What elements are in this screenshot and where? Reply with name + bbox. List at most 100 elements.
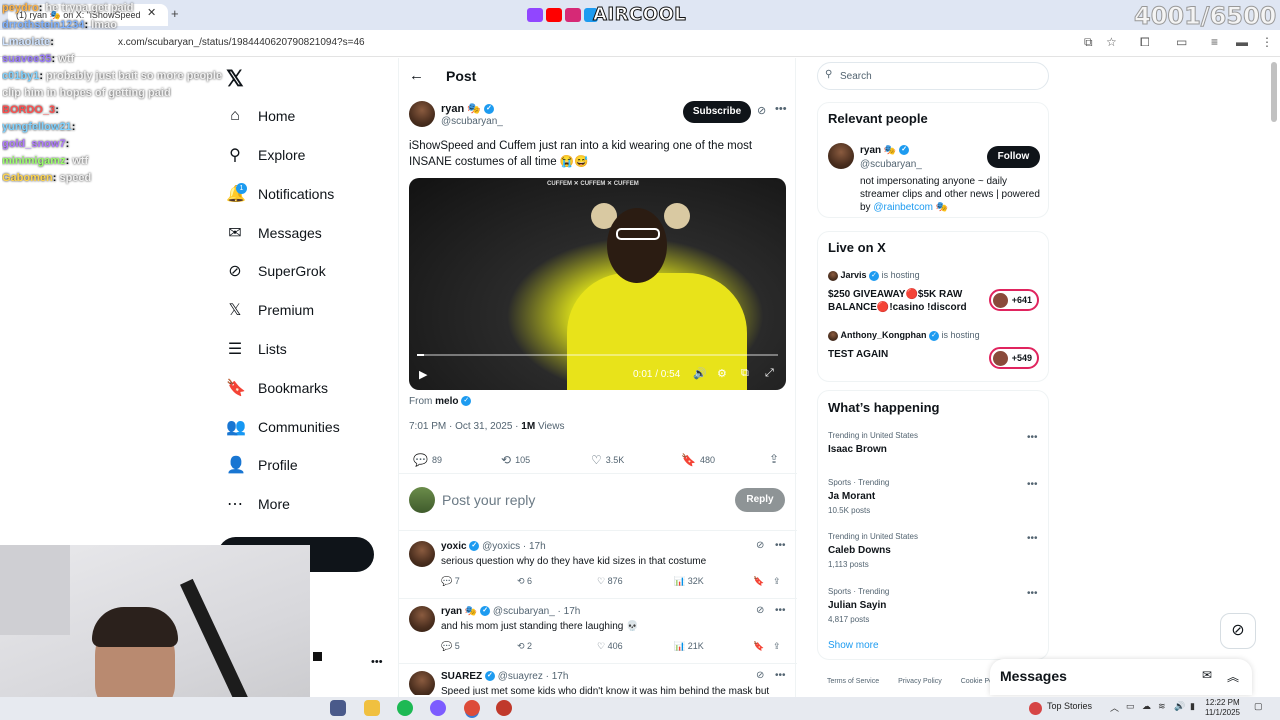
account-more-icon[interactable]: ••• [371,656,383,668]
live-title[interactable]: TEST AGAIN [828,348,986,361]
follow-button[interactable]: Follow [987,146,1040,168]
sidebar-item-supergrok[interactable]: ⊘ SuperGrok [226,257,325,285]
wifi-icon[interactable]: ≋ [1158,701,1166,712]
grok-float-icon[interactable]: ⊘ [1220,613,1256,649]
notification-center-icon[interactable]: ▢ [1254,701,1263,712]
grok-icon[interactable]: ⊘ [756,540,764,551]
trend-more-icon[interactable]: ••• [1027,479,1038,490]
new-message-icon[interactable]: ✉ [1202,668,1212,682]
share-icon[interactable]: ⇪ [769,452,779,466]
reply-avatar[interactable] [409,671,435,695]
sidebar-item-lists[interactable]: ☰ Lists [226,335,287,363]
reply-avatar[interactable] [409,606,435,632]
sidebar-item-messages[interactable]: ✉ Messages [226,219,322,247]
trend-name[interactable]: Caleb Downs [828,545,891,556]
trend-more-icon[interactable]: ••• [1027,533,1038,544]
sidebar-icon[interactable]: ▭ [1176,35,1187,49]
profile-icon[interactable]: ▬ [1236,35,1248,49]
install-icon[interactable]: ⧉ [1084,35,1093,50]
like-action[interactable]: ♡ 3.5K [591,453,624,467]
tray-icon[interactable]: ▭ [1126,701,1135,712]
reply-action[interactable]: 💬 5 [441,641,460,652]
live-host[interactable]: Anthony_Kongphan ✓ is hosting [828,330,980,341]
tray-chevron-icon[interactable]: ︿ [1110,701,1119,714]
reply-author[interactable]: yoxic ✓ @yoxics · 17h [441,541,546,552]
live-listeners-pill[interactable]: +549 [989,347,1039,369]
star-icon[interactable]: ☆ [1106,35,1117,49]
reply-item[interactable]: ryan 🎭 ✓ @scubaryan_ · 17h ⊘ ••• and his mo… [399,600,797,664]
views-action[interactable]: 📊 21K [674,641,704,652]
scrollbar[interactable] [1271,62,1277,122]
live-title[interactable]: $250 GIVEAWAY🔴$5K RAW BALANCE🔴!casino !d… [828,288,986,314]
more-icon[interactable]: ••• [775,540,786,551]
like-action[interactable]: ♡ 876 [597,576,623,587]
fullscreen-icon[interactable]: ⤢ [765,367,774,380]
volume-icon[interactable]: 🔊 [693,367,707,380]
cloud-icon[interactable]: ☁ [1142,701,1151,712]
footer-link[interactable]: Terms of Service [827,678,879,685]
grok-icon[interactable]: ⊘ [756,670,764,681]
trend-more-icon[interactable]: ••• [1027,432,1038,443]
reply-item[interactable]: yoxic ✓ @yoxics · 17h ⊘ ••• serious questio… [399,535,797,599]
like-action[interactable]: ♡ 406 [597,641,623,652]
author-name[interactable]: ryan 🎭 ✓ [441,102,495,115]
reply-action[interactable]: 💬 7 [441,576,460,587]
taskbar-obs-icon[interactable] [496,700,512,716]
taskbar-chrome-icon[interactable] [464,700,480,716]
sidebar-item-more[interactable]: ⋯ More [226,490,290,518]
trend-name[interactable]: Isaac Brown [828,444,887,455]
taskbar-store-icon[interactable] [330,700,346,716]
settings-gear-icon[interactable]: ⚙ [717,367,727,380]
live-listeners-pill[interactable]: +641 [989,289,1039,311]
expand-icon[interactable]: ︽ [1227,668,1239,685]
share-icon[interactable]: ⇪ [773,576,781,587]
repost-action[interactable]: ⟲ 6 [517,576,532,587]
reply-button[interactable]: Reply [735,488,785,512]
video-source[interactable]: From melo ✓ [409,396,472,407]
taskbar-discord-icon[interactable] [430,700,446,716]
taskbar-news[interactable]: Top Stories [1047,701,1092,711]
extensions-icon[interactable]: ⧠ [1140,35,1150,50]
share-icon[interactable]: ⇪ [773,641,781,652]
back-arrow-icon[interactable]: ← [409,67,424,84]
trend-name[interactable]: Julian Sayin [828,600,886,611]
footer-link[interactable]: Cookie Po [961,678,993,685]
trend-name[interactable]: Ja Morant [828,491,875,502]
grok-icon[interactable]: ⊘ [756,605,764,616]
more-icon[interactable]: ••• [775,103,787,115]
video-progress-bar[interactable] [417,354,778,356]
bio-link[interactable]: @rainbetcom [873,202,933,213]
trend-more-icon[interactable]: ••• [1027,588,1038,599]
more-icon[interactable]: ••• [775,670,786,681]
picture-in-picture-icon[interactable]: ⧉ [741,367,749,380]
relevant-name[interactable]: ryan 🎭 ✓ [860,145,910,156]
taskbar-spotify-icon[interactable] [397,700,413,716]
subscribe-button[interactable]: Subscribe [683,101,751,123]
reply-action[interactable]: 💬 89 [413,453,442,467]
battery-icon[interactable]: ▮ [1190,701,1195,712]
taskbar-folder-icon[interactable] [364,700,380,716]
taskbar-clock[interactable]: 12:22 PM 11/1/2025 [1205,698,1240,718]
play-icon[interactable]: ▶ [419,368,427,381]
relevant-avatar[interactable] [828,143,854,169]
reply-author[interactable]: SUAREZ ✓ @suayrez · 17h [441,671,568,682]
grok-icon[interactable]: ⊘ [757,104,766,117]
author-avatar[interactable] [409,101,435,127]
reply-item[interactable]: SUAREZ ✓ @suayrez · 17h ⊘ ••• Speed just me… [399,665,797,695]
reply-input[interactable]: Post your reply [442,492,535,508]
sidebar-item-communities[interactable]: 👥 Communities [226,413,340,441]
sidebar-item-home[interactable]: ⌂ Home [226,102,295,130]
views-action[interactable]: 📊 32K [674,576,704,587]
reply-author[interactable]: ryan 🎭 ✓ @scubaryan_ · 17h [441,606,580,617]
live-host[interactable]: Jarvis ✓ is hosting [828,270,920,281]
repost-action[interactable]: ⟲ 2 [517,641,532,652]
bookmark-action[interactable]: 🔖 480 [681,453,715,467]
show-more-link[interactable]: Show more [828,640,879,651]
volume-tray-icon[interactable]: 🔊 [1174,701,1185,712]
menu-lines-icon[interactable]: ≡ [1211,35,1218,49]
relevant-handle[interactable]: @scubaryan_ [860,159,922,170]
sidebar-item-explore[interactable]: ⚲ Explore [226,141,305,169]
search-input[interactable]: Search [817,62,1049,90]
author-handle[interactable]: @scubaryan_ [441,116,503,127]
footer-link[interactable]: Privacy Policy [898,678,942,685]
